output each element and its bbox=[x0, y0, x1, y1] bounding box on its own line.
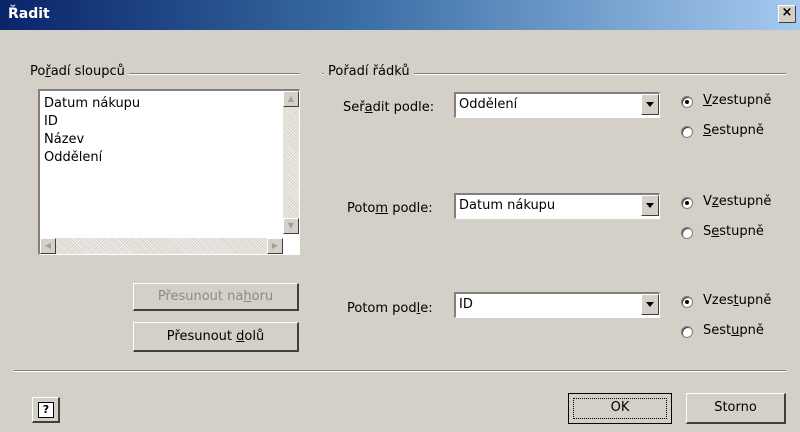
then-by-2-ascending-radio[interactable] bbox=[681, 296, 693, 308]
then-by-1-select[interactable]: Datum nákupu bbox=[454, 193, 660, 219]
sort-by-value: Oddělení bbox=[459, 97, 518, 112]
chevron-down-icon[interactable] bbox=[641, 294, 659, 315]
rows-group-label: Pořadí řádků bbox=[324, 64, 414, 79]
help-icon: ? bbox=[38, 402, 54, 418]
list-item[interactable]: ID bbox=[44, 113, 140, 131]
vertical-scrollbar[interactable]: ▲ ▼ bbox=[283, 91, 299, 234]
horizontal-scrollbar[interactable]: ◀ ▶ bbox=[40, 238, 283, 254]
then-by-2-label: Potom podle: bbox=[347, 301, 433, 316]
close-icon: × bbox=[781, 5, 793, 20]
help-button[interactable]: ? bbox=[32, 397, 60, 423]
separator bbox=[14, 370, 786, 372]
then-by-2-value: ID bbox=[459, 297, 473, 312]
move-up-button[interactable]: Přesunout nahoru bbox=[133, 283, 299, 311]
scroll-down-button[interactable]: ▼ bbox=[283, 218, 299, 234]
focus-rectangle bbox=[573, 398, 667, 419]
then-by-2-descending-radio[interactable] bbox=[681, 326, 693, 338]
window-title: Řadit bbox=[8, 6, 50, 22]
close-button[interactable]: × bbox=[778, 5, 796, 23]
then-by-1-ascending-radio[interactable] bbox=[681, 197, 693, 209]
chevron-down-icon[interactable] bbox=[641, 195, 659, 216]
list-item[interactable]: Název bbox=[44, 131, 140, 149]
sort-by-ascending-label[interactable]: Vzestupně bbox=[703, 93, 771, 108]
then-by-1-descending-label[interactable]: Sestupně bbox=[703, 224, 764, 239]
chevron-down-icon[interactable] bbox=[641, 94, 659, 115]
scroll-left-button[interactable]: ◀ bbox=[40, 238, 56, 254]
then-by-1-label: Potom podle: bbox=[347, 201, 433, 216]
sort-by-select[interactable]: Oddělení bbox=[454, 92, 660, 118]
columns-group-label: Pořadí sloupců bbox=[26, 64, 129, 79]
ok-button[interactable]: OK bbox=[568, 393, 672, 424]
cancel-button[interactable]: Storno bbox=[686, 393, 786, 424]
sort-by-descending-radio[interactable] bbox=[681, 126, 693, 138]
columns-list: Datum nákupu ID Název Oddělení bbox=[44, 95, 140, 167]
list-item[interactable]: Datum nákupu bbox=[44, 95, 140, 113]
then-by-2-ascending-label[interactable]: Vzestupně bbox=[703, 293, 771, 308]
then-by-1-ascending-label[interactable]: Vzestupně bbox=[703, 194, 771, 209]
sort-by-descending-label[interactable]: Sestupně bbox=[703, 123, 764, 138]
columns-listbox[interactable]: Datum nákupu ID Název Oddělení ▲ ▼ ◀ ▶ bbox=[38, 89, 300, 255]
then-by-1-descending-radio[interactable] bbox=[681, 227, 693, 239]
title-bar: Řadit × bbox=[0, 0, 800, 30]
scroll-right-button[interactable]: ▶ bbox=[267, 238, 283, 254]
cancel-label: Storno bbox=[714, 400, 757, 415]
then-by-2-select[interactable]: ID bbox=[454, 292, 660, 318]
then-by-1-value: Datum nákupu bbox=[459, 198, 556, 213]
sort-by-label: Seřadit podle: bbox=[343, 100, 435, 115]
scroll-up-button[interactable]: ▲ bbox=[283, 91, 299, 107]
then-by-2-descending-label[interactable]: Sestupně bbox=[703, 323, 764, 338]
list-item[interactable]: Oddělení bbox=[44, 149, 140, 167]
sort-by-ascending-radio[interactable] bbox=[681, 96, 693, 108]
move-down-button[interactable]: Přesunout dolů bbox=[133, 322, 299, 352]
